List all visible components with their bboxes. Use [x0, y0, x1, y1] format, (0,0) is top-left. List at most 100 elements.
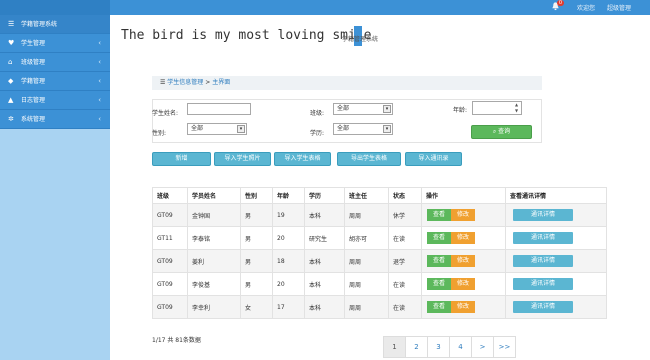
cell-teacher: 胡亦可: [344, 226, 389, 250]
table-row: GT09 李俊基 男 20 本科 周周 在读 查看 修改 通讯详情: [152, 272, 607, 296]
view-button[interactable]: 查看: [427, 232, 451, 244]
edit-button[interactable]: 修改: [451, 255, 475, 267]
table-header-row: 班级 学员姓名 性别 年龄 学历 班主任 状态 操作 查看通讯详情: [152, 187, 607, 204]
edit-button[interactable]: 修改: [451, 301, 475, 313]
import-contacts-button[interactable]: 导入通讯录: [405, 152, 462, 166]
sidebar-item-label: 日志管理: [21, 97, 46, 104]
query-button[interactable]: ⌕ 查询: [471, 125, 532, 139]
cell-gender: 男: [240, 272, 273, 296]
view-button[interactable]: 查看: [427, 301, 451, 313]
cell-class: GT09: [152, 249, 188, 273]
table-row: GT11 李泰铭 男 20 研究生 胡亦可 在读 查看 修改 通讯详情: [152, 226, 607, 250]
cell-gender: 男: [240, 226, 273, 250]
breadcrumb: ☰ 学生信息管理 > 主界面: [152, 76, 542, 90]
view-button[interactable]: 查看: [427, 278, 451, 290]
sidebar: ☰ 学籍管理系统 ♥ 学生管理 ‹ ⌂ 班级管理 ‹ ◆ 学籍管理 ‹ ▲ 日志…: [0, 15, 110, 360]
cell-name: 李幸利: [187, 295, 241, 319]
breadcrumb-current: 主界面: [212, 79, 231, 86]
cell-status: 退学: [388, 249, 422, 273]
sidebar-title[interactable]: ☰ 学籍管理系统: [0, 15, 110, 34]
sidebar-item-label: 系统管理: [21, 116, 46, 123]
brand-strip: [0, 0, 110, 15]
cell-contact: 通讯详情: [505, 295, 607, 319]
export-table-button[interactable]: 导出学生表格: [337, 152, 401, 166]
cell-education: 本科: [304, 203, 345, 227]
contact-details-button[interactable]: 通讯详情: [513, 255, 573, 267]
chevron-left-icon: ‹: [98, 96, 101, 104]
welcome-text: 欢迎您: [577, 5, 596, 12]
col-actions: 操作: [421, 187, 506, 204]
thumbs-up-icon: ▲: [8, 96, 14, 104]
cell-education: 本科: [304, 272, 345, 296]
contact-details-button[interactable]: 通讯详情: [513, 301, 573, 313]
page-3-button[interactable]: 3: [427, 336, 450, 358]
sidebar-item-logs[interactable]: ▲ 日志管理 ‹: [0, 91, 110, 110]
breadcrumb-separator: >: [205, 79, 211, 86]
class-select-value: 全部: [337, 105, 350, 112]
cell-actions: 查看 修改: [421, 272, 506, 296]
chevron-down-icon[interactable]: ▼: [513, 108, 520, 113]
cell-actions: 查看 修改: [421, 249, 506, 273]
page-headline: The bird is my most loving smile: [121, 28, 372, 43]
record-count: 1/17 共 81条数据: [152, 337, 201, 344]
education-label: 学历:: [310, 130, 325, 137]
name-label: 学生姓名:: [152, 110, 179, 117]
chevron-left-icon: ‹: [98, 39, 101, 47]
contact-details-button[interactable]: 通讯详情: [513, 278, 573, 290]
contact-details-button[interactable]: 通讯详情: [513, 232, 573, 244]
user-menu[interactable]: 超级管理: [607, 3, 631, 12]
cell-teacher: 周周: [344, 295, 389, 319]
sidebar-item-label: 学生管理: [21, 40, 46, 47]
edit-button[interactable]: 修改: [451, 209, 475, 221]
last-page-button[interactable]: >>: [493, 336, 516, 358]
col-name: 学员姓名: [187, 187, 241, 204]
chevron-up-icon[interactable]: ▲: [513, 102, 520, 107]
cell-name: 姜利: [187, 249, 241, 273]
page-1-button[interactable]: 1: [383, 336, 406, 358]
gender-select[interactable]: 全部 ▾: [187, 123, 247, 135]
contact-details-button[interactable]: 通讯详情: [513, 209, 573, 221]
cell-contact: 通讯详情: [505, 272, 607, 296]
view-button[interactable]: 查看: [427, 209, 451, 221]
chevron-left-icon: ‹: [98, 77, 101, 85]
table-row: GT09 李幸利 女 17 本科 周周 在读 查看 修改 通讯详情: [152, 295, 607, 319]
cell-contact: 通讯详情: [505, 226, 607, 250]
sidebar-item-label: 学籍管理: [21, 78, 46, 85]
col-education: 学历: [304, 187, 345, 204]
cell-gender: 男: [240, 249, 273, 273]
cell-actions: 查看 修改: [421, 203, 506, 227]
next-page-button[interactable]: >: [471, 336, 494, 358]
breadcrumb-root[interactable]: 学生信息管理: [167, 79, 203, 86]
col-status: 状态: [388, 187, 422, 204]
page-2-button[interactable]: 2: [405, 336, 428, 358]
view-button[interactable]: 查看: [427, 255, 451, 267]
import-table-button[interactable]: 导入学生表格: [274, 152, 331, 166]
cell-age: 19: [272, 203, 305, 227]
sidebar-item-students[interactable]: ♥ 学生管理 ‹: [0, 34, 110, 53]
pagination: 1 2 3 4 > >>: [383, 336, 516, 358]
age-stepper[interactable]: ▲ ▼: [472, 101, 522, 115]
sidebar-item-classes[interactable]: ⌂ 班级管理 ‹: [0, 53, 110, 72]
education-select-value: 全部: [337, 125, 350, 132]
col-age: 年龄: [272, 187, 305, 204]
sidebar-item-system[interactable]: ✲ 系统管理 ‹: [0, 110, 110, 129]
query-button-label: 查询: [498, 128, 511, 135]
education-select[interactable]: 全部 ▾: [333, 123, 393, 135]
cell-class: GT09: [152, 272, 188, 296]
edit-button[interactable]: 修改: [451, 232, 475, 244]
gender-select-value: 全部: [191, 125, 204, 132]
import-photos-button[interactable]: 导入学生照片: [214, 152, 271, 166]
cell-age: 18: [272, 249, 305, 273]
class-select[interactable]: 全部 ▾: [333, 103, 393, 115]
add-button[interactable]: 新增: [152, 152, 211, 166]
col-class: 班级: [152, 187, 188, 204]
cell-age: 20: [272, 272, 305, 296]
name-input[interactable]: [187, 103, 251, 115]
cell-teacher: 周周: [344, 203, 389, 227]
edit-button[interactable]: 修改: [451, 278, 475, 290]
cell-education: 本科: [304, 249, 345, 273]
page-4-button[interactable]: 4: [449, 336, 472, 358]
cell-actions: 查看 修改: [421, 295, 506, 319]
sidebar-item-enrollment[interactable]: ◆ 学籍管理 ‹: [0, 72, 110, 91]
gender-label: 性别:: [152, 130, 167, 137]
